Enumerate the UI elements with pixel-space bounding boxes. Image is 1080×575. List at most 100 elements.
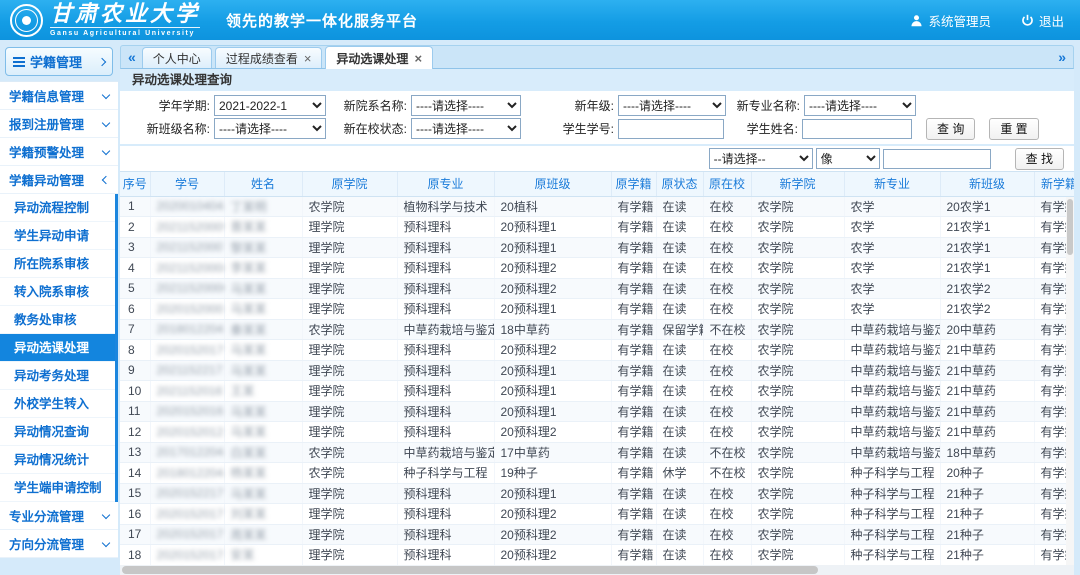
table-row[interactable]: 1020211520167王某理学院预科理科20预科理1有学籍在读在校农学院中草… — [120, 381, 1074, 402]
column-header-新班级[interactable]: 新班级 — [940, 172, 1034, 196]
column-header-原状态[interactable]: 原状态 — [656, 172, 703, 196]
horizontal-scrollbar[interactable] — [120, 565, 1074, 575]
sidebar-group-label: 专业分流管理 — [9, 506, 84, 525]
cell: 20农学1 — [940, 196, 1034, 217]
cell: 在读 — [656, 401, 703, 422]
tab-close-icon[interactable]: × — [414, 52, 422, 65]
find-button[interactable]: 查 找 — [1015, 148, 1064, 170]
tab-scroll-left-icon[interactable]: « — [124, 46, 140, 68]
vertical-scrollbar-thumb[interactable] — [1067, 199, 1073, 255]
cell: 20201520128 — [150, 422, 224, 443]
table-row[interactable]: 1120201520169马某某理学院预科理科20预科理1有学籍在读在校农学院中… — [120, 401, 1074, 422]
cell: 12 — [120, 422, 150, 443]
logout-button[interactable]: 退出 — [1021, 11, 1064, 30]
new-major-select[interactable]: ----请选择---- — [804, 95, 916, 116]
sidebar-item-异动情况统计[interactable]: 异动情况统计 — [0, 446, 115, 474]
table-row[interactable]: 920211522171马某某理学院预科理科20预科理1有学籍在读在校农学院中草… — [120, 360, 1074, 381]
semester-select-label: 学年学期: — [136, 97, 214, 114]
tab-个人中心[interactable]: 个人中心 — [142, 47, 212, 68]
column-header-原在校[interactable]: 原在校 — [703, 172, 751, 196]
sidebar-group-学籍预警处理[interactable]: 学籍预警处理 — [0, 138, 118, 166]
new-department-select[interactable]: ----请选择---- — [411, 95, 521, 116]
student-id-input[interactable] — [618, 119, 724, 139]
table-row[interactable]: 120200104044丁某明农学院植物科学与技术20植科有学籍在读在校农学院农… — [120, 196, 1074, 217]
cell: 在读 — [656, 442, 703, 463]
column-header-新专业[interactable]: 新专业 — [844, 172, 940, 196]
cell: 有学籍 — [611, 524, 656, 545]
table-row[interactable]: 1820201520174安某理学院预科理科20预科理2有学籍在读在校农学院种子… — [120, 545, 1074, 566]
current-user[interactable]: 系统管理员 — [910, 11, 991, 30]
cell: 20预科理2 — [494, 278, 611, 299]
find-operator-select[interactable]: 像 — [816, 148, 880, 169]
cell: 5 — [120, 278, 150, 299]
table-row[interactable]: 520211520000马某某理学院预科理科20预科理2有学籍在读在校农学院农学… — [120, 278, 1074, 299]
query-button[interactable]: 查 询 — [926, 118, 975, 140]
cell: 农学院 — [751, 442, 844, 463]
cell: 20201520172 — [150, 524, 224, 545]
cell: 农学院 — [302, 442, 397, 463]
column-header-原学籍[interactable]: 原学籍 — [611, 172, 656, 196]
sidebar-item-所在院系审核[interactable]: 所在院系审核 — [0, 250, 115, 278]
tab-close-icon[interactable]: × — [304, 52, 312, 65]
cell: 9 — [120, 360, 150, 381]
sidebar-item-异动情况查询[interactable]: 异动情况查询 — [0, 418, 115, 446]
column-header-学号[interactable]: 学号 — [150, 172, 224, 196]
sidebar-item-教务处审核[interactable]: 教务处审核 — [0, 306, 115, 334]
cell: 农学院 — [751, 360, 844, 381]
cell: 不在校 — [703, 463, 751, 484]
table-row[interactable]: 420211520008李某某理学院预科理科20预科理2有学籍在读在校农学院农学… — [120, 258, 1074, 279]
sidebar-group-专业分流管理[interactable]: 专业分流管理 — [0, 502, 118, 530]
table-row[interactable]: 820201520170马某某理学院预科理科20预科理2有学籍在读在校农学院中草… — [120, 340, 1074, 361]
sidebar-root-menu[interactable]: 学籍管理 — [5, 47, 113, 76]
cell: 预科理科 — [397, 340, 494, 361]
student-name-input[interactable] — [802, 119, 912, 139]
horizontal-scrollbar-thumb[interactable] — [122, 566, 818, 574]
sidebar-group-学籍信息管理[interactable]: 学籍信息管理 — [0, 82, 118, 110]
column-header-原专业[interactable]: 原专业 — [397, 172, 494, 196]
column-header-新学院[interactable]: 新学院 — [751, 172, 844, 196]
table-row[interactable]: 720180122046秦某某农学院中草药栽培与鉴定18中草药有学籍保留学籍不在… — [120, 319, 1074, 340]
table-row[interactable]: 1520201522179马某某理学院预科理科20预科理1有学籍在读在校农学院种… — [120, 483, 1074, 504]
sidebar-item-转入院系审核[interactable]: 转入院系审核 — [0, 278, 115, 306]
cell: 20预科理2 — [494, 504, 611, 525]
table-row[interactable]: 1420180122044杨某某农学院种子科学与工程19种子有学籍休学不在校农学… — [120, 463, 1074, 484]
sidebar-item-异动考务处理[interactable]: 异动考务处理 — [0, 362, 115, 390]
table-row[interactable]: 320211520007黎某某理学院预科理科20预科理1有学籍在读在校农学院农学… — [120, 237, 1074, 258]
reset-button[interactable]: 重 置 — [989, 118, 1038, 140]
column-header-原班级[interactable]: 原班级 — [494, 172, 611, 196]
table-row[interactable]: 1720201520172周某某理学院预科理科20预科理2有学籍在读在校农学院种… — [120, 524, 1074, 545]
table-row[interactable]: 620201520001马某某理学院预科理科20预科理1有学籍在读在校农学院农学… — [120, 299, 1074, 320]
cell: 在校 — [703, 278, 751, 299]
cell: 种子科学与工程 — [397, 463, 494, 484]
table-row[interactable]: 1620201520176刘某某理学院预科理科20预科理2有学籍在读在校农学院种… — [120, 504, 1074, 525]
find-field-select[interactable]: --请选择-- — [709, 148, 813, 169]
column-header-姓名[interactable]: 姓名 — [224, 172, 302, 196]
new-class-select[interactable]: ----请选择---- — [214, 118, 326, 139]
find-input[interactable] — [883, 149, 991, 169]
sidebar-item-学生端申请控制[interactable]: 学生端申请控制 — [0, 474, 115, 502]
tab-scroll-right-icon[interactable]: » — [1054, 46, 1070, 68]
column-header-原学院[interactable]: 原学院 — [302, 172, 397, 196]
table-row[interactable]: 1220201520128马某某理学院预科理科20预科理2有学籍在读在校农学院中… — [120, 422, 1074, 443]
column-header-序号[interactable]: 序号 — [120, 172, 150, 196]
column-header-新学籍[interactable]: 新学籍 — [1034, 172, 1074, 196]
table-row[interactable]: 220211520009晋某某理学院预科理科20预科理1有学籍在读在校农学院农学… — [120, 217, 1074, 238]
cell: 预科理科 — [397, 360, 494, 381]
sidebar-item-学生异动申请[interactable]: 学生异动申请 — [0, 222, 115, 250]
sidebar-item-异动流程控制[interactable]: 异动流程控制 — [0, 194, 115, 222]
tab-过程成绩查看[interactable]: 过程成绩查看× — [215, 47, 323, 68]
sidebar-group-方向分流管理[interactable]: 方向分流管理 — [0, 530, 118, 558]
semester-select[interactable]: 2021-2022-1 — [214, 95, 326, 116]
cell: 21中草药 — [940, 401, 1034, 422]
tab-异动选课处理[interactable]: 异动选课处理× — [325, 46, 433, 69]
sidebar-group-学籍异动管理[interactable]: 学籍异动管理 — [0, 166, 118, 194]
vertical-scrollbar[interactable] — [1066, 197, 1074, 565]
sidebar-item-外校学生转入[interactable]: 外校学生转入 — [0, 390, 115, 418]
sidebar-item-异动选课处理[interactable]: 异动选课处理 — [0, 334, 115, 362]
cell: 20180122046 — [150, 319, 224, 340]
table-row[interactable]: 1320170122044白某某农学院中草药栽培与鉴定17中草药有学籍在读不在校… — [120, 442, 1074, 463]
sidebar-group-报到注册管理[interactable]: 报到注册管理 — [0, 110, 118, 138]
student-id-input-label: 学生学号: — [521, 120, 618, 137]
new-grade-select[interactable]: ----请选择---- — [618, 95, 726, 116]
new-campus-status-select[interactable]: ----请选择---- — [411, 118, 521, 139]
